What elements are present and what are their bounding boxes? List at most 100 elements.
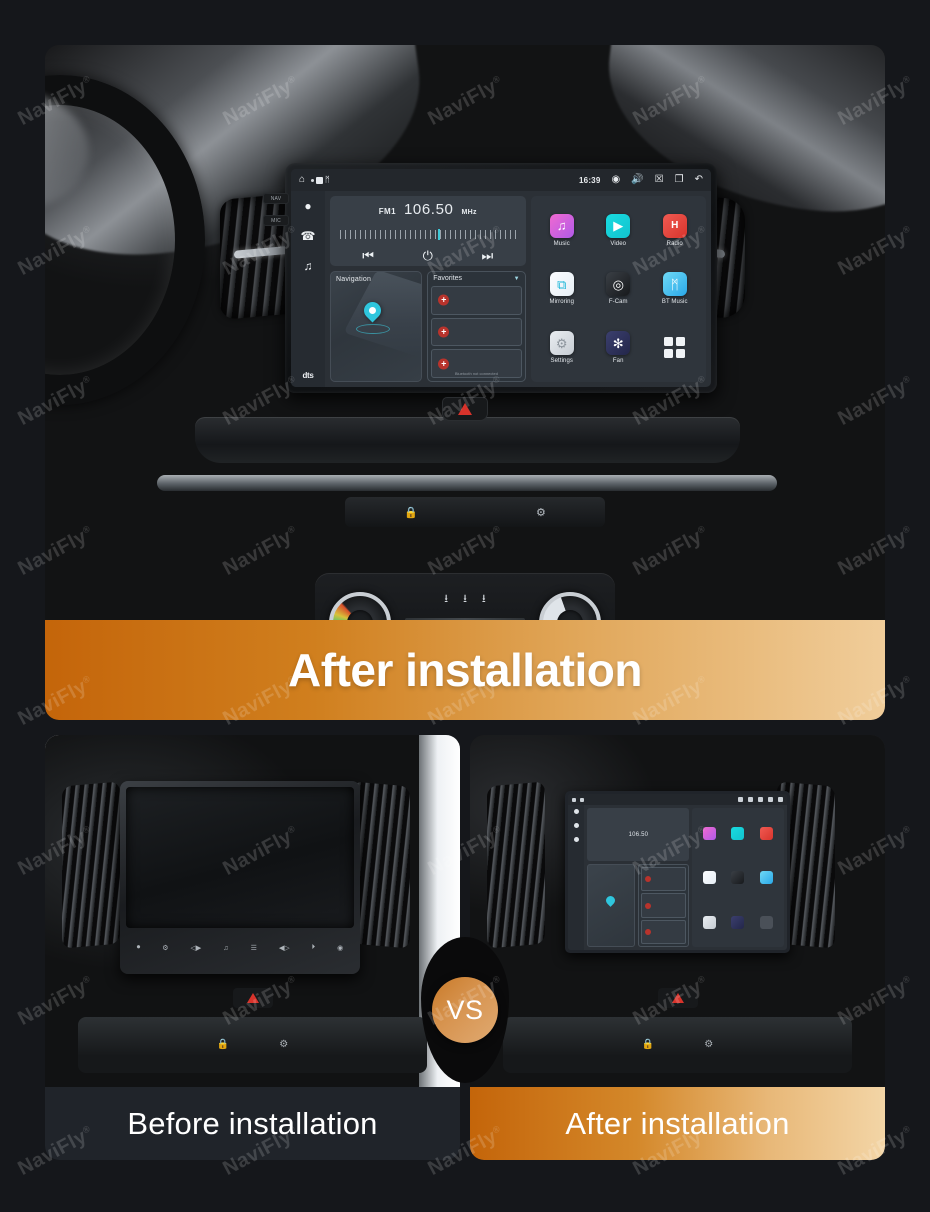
door-lock-icon[interactable]: 🔒 <box>404 506 418 519</box>
app-drawer-grid <box>664 337 686 359</box>
add-favorite-icon[interactable]: + <box>438 326 450 338</box>
settings-app-icon <box>702 915 716 929</box>
stock-button-band[interactable]: ☰ <box>251 944 257 952</box>
camera-icon[interactable]: ◉ <box>611 175 620 185</box>
airflow-button-row-top: ⭳ ⭳ ⭳ <box>444 590 486 609</box>
app-item-front-camera[interactable]: ◎ F-Cam <box>591 261 646 318</box>
status-dot-icon <box>580 797 585 802</box>
radio-widget[interactable]: FM1 106.50 MHz ⏮ ⏻ ⏭ <box>330 196 526 266</box>
stock-button-eq[interactable]: ◉ <box>337 944 343 952</box>
after-caption-band: After installation <box>470 1087 885 1160</box>
airflow-mixed-icon[interactable]: ⭳ <box>482 590 486 609</box>
door-lock-icon[interactable]: 🔒 <box>217 1039 229 1050</box>
center-console-bar <box>195 417 740 463</box>
status-bar-left-group: ⌂ ᛗ <box>299 175 330 185</box>
mirroring-app-icon: ⧉ <box>549 272 574 297</box>
app-label: F-Cam <box>608 299 628 306</box>
settings-app-icon: ⚙ <box>549 331 574 356</box>
previous-station-button[interactable]: ⏮ <box>362 249 374 262</box>
recents-icon <box>767 797 773 803</box>
stock-button-menu[interactable]: ⚙ <box>162 944 168 952</box>
temperature-dial[interactable] <box>329 592 391 620</box>
head-unit-screen[interactable]: ⌂ ᛗ 16:39 ◉ 🔊 ☒ ❐ ↶ ● ☎ ♫ dts FM1 106.50… <box>291 169 711 387</box>
hazard-light-button[interactable] <box>442 397 488 421</box>
home-icon[interactable]: ⌂ <box>299 175 305 185</box>
app-item-bt-music[interactable]: ᛗ BT Music <box>648 261 703 318</box>
after-caption-text: After installation <box>565 1105 790 1141</box>
music-app-icon: ♫ <box>549 213 574 238</box>
traction-control-icon[interactable]: ⚙ <box>279 1039 288 1050</box>
bezel-button-nav[interactable]: NAV <box>263 193 289 204</box>
hazard-triangle-icon <box>671 993 684 1004</box>
before-caption-text: Before installation <box>127 1105 378 1141</box>
air-vent-left <box>486 781 545 949</box>
fan-speed-dial[interactable] <box>539 592 601 620</box>
location-pin-icon[interactable]: ● <box>304 200 311 212</box>
traction-control-icon[interactable]: ⚙ <box>536 506 546 519</box>
radio-tuning-scale[interactable] <box>340 228 516 240</box>
bluetooth-music-app-icon <box>760 871 774 885</box>
app-item-music[interactable]: ♫ Music <box>535 202 589 259</box>
app-item-fan[interactable]: ✻ Fan <box>591 319 646 376</box>
navigation-widget-title: Navigation <box>336 276 372 283</box>
air-vent-right <box>352 781 411 949</box>
app-item-settings[interactable]: ⚙ Settings <box>535 319 589 376</box>
navigation-widget[interactable]: Navigation <box>330 271 423 382</box>
after-installation-hero-card: NAV MIC ⌂ ᛗ 16:39 ◉ 🔊 ☒ ❐ ↶ ● ☎ ♫ dts FM… <box>45 45 885 720</box>
hazard-light-button[interactable] <box>657 988 698 1009</box>
app-label: Radio <box>666 240 683 247</box>
phone-icon[interactable]: ☎ <box>301 230 316 242</box>
product-comparison-page: NAV MIC ⌂ ᛗ 16:39 ◉ 🔊 ☒ ❐ ↶ ● ☎ ♫ dts FM… <box>0 0 930 1212</box>
radio-band-label: FM1 <box>378 207 396 216</box>
stock-button-seek-next[interactable]: ◀▷ <box>279 944 290 952</box>
door-lock-icon[interactable]: 🔒 <box>642 1039 654 1050</box>
traction-control-icon[interactable]: ⚙ <box>704 1039 713 1050</box>
air-vent-left <box>61 781 120 949</box>
app-label: Fan <box>612 358 624 365</box>
radio-app-icon: H <box>662 213 687 238</box>
stock-button-source[interactable]: ♫ <box>223 945 228 952</box>
mini-favorites-widget <box>637 864 690 948</box>
before-photo: ⏺ ⚙ ◁▶ ♫ ☰ ◀▷ ⏵ ◉ 🔒 ⚙ <box>45 735 460 1087</box>
installed-head-unit[interactable]: 106.50 <box>565 791 790 954</box>
console-button-row: 🔒 ⚙ <box>78 1016 427 1073</box>
app-label: Video <box>610 240 627 247</box>
favorite-slot[interactable]: + <box>431 317 522 347</box>
dts-brand-label: dts <box>302 371 314 380</box>
favorite-slot[interactable]: + <box>431 286 522 315</box>
radio-power-button[interactable]: ⏻ <box>423 249 433 262</box>
recents-icon[interactable]: ❐ <box>675 175 684 185</box>
music-note-icon[interactable]: ♫ <box>304 260 313 272</box>
mini-navigation-widget <box>587 864 635 948</box>
app-label: Settings <box>550 358 573 365</box>
left-widget-column: FM1 106.50 MHz ⏮ ⏻ ⏭ Navigation Favorite… <box>330 196 526 382</box>
mini-screen-body: 106.50 <box>568 805 786 951</box>
add-favorite-icon[interactable]: + <box>438 358 450 370</box>
mini-side-rail <box>568 805 585 951</box>
bezel-button-mic[interactable]: MIC <box>263 215 289 226</box>
app-item-radio[interactable]: H Radio <box>648 202 703 259</box>
next-station-button[interactable]: ⏭ <box>481 249 493 262</box>
mirroring-app-icon <box>702 871 716 885</box>
close-icon[interactable]: ☒ <box>655 175 664 185</box>
stock-button-seek-back[interactable]: ◁▶ <box>191 944 202 952</box>
home-icon <box>572 797 577 802</box>
back-icon[interactable]: ↶ <box>695 175 703 185</box>
app-item-drawer[interactable] <box>648 319 703 376</box>
app-item-mirroring[interactable]: ⧉ Mirroring <box>535 261 589 318</box>
airflow-feet-icon[interactable]: ⭳ <box>463 590 467 609</box>
status-bar-time: 16:39 <box>579 175 601 185</box>
after-photo: 106.50 🔒 ⚙ <box>470 735 885 1087</box>
app-item-video[interactable]: ▶ Video <box>591 202 646 259</box>
favorites-widget[interactable]: Favorites ▼ + + + Bluetooth not connecte… <box>427 271 526 382</box>
chevron-down-icon[interactable]: ▼ <box>514 276 520 282</box>
favorite-slot[interactable]: + Bluetooth not connected <box>431 349 522 379</box>
hazard-light-button[interactable] <box>232 988 273 1009</box>
airflow-face-icon[interactable]: ⭳ <box>444 590 448 609</box>
stock-button-eject[interactable]: ⏵ <box>312 944 316 952</box>
volume-icon[interactable]: 🔊 <box>631 175 643 185</box>
add-favorite-icon[interactable]: + <box>438 294 450 306</box>
stock-button-power[interactable]: ⏺ <box>137 944 141 952</box>
radio-frequency-value: 106.50 <box>403 201 454 218</box>
mini-radio-frequency: 106.50 <box>628 831 649 838</box>
